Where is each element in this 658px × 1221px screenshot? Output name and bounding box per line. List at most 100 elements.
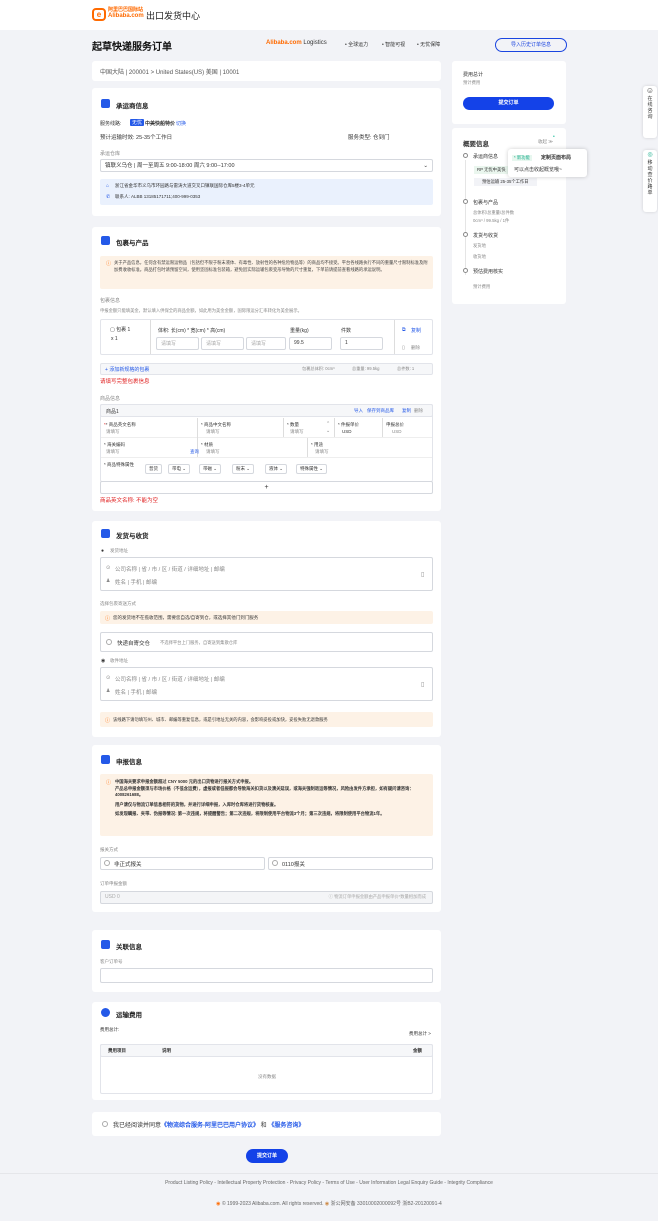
customs-code-label: * 海关编码 — [104, 442, 126, 447]
method-name: 快递自寄交仓 — [117, 641, 151, 647]
agree-checkbox[interactable] — [102, 1121, 108, 1127]
service-consult-link[interactable]: 《服务咨询》 — [268, 1123, 304, 1129]
step-dot — [463, 232, 468, 237]
divider — [334, 418, 335, 437]
method-radio[interactable] — [106, 639, 112, 645]
import-history-button[interactable]: 导入历史订单信息 — [495, 38, 567, 52]
receiver-person-input[interactable]: 姓名 | 手机 | 邮编 — [115, 688, 157, 696]
fee-title: 运输费用 — [116, 1012, 142, 1019]
en-name-input[interactable]: 请填写 — [106, 429, 120, 435]
footer-links[interactable]: Product Listing Policy - Intellectual Pr… — [0, 1180, 658, 1186]
warning-icon: ⓘ — [105, 718, 111, 724]
divider — [283, 418, 284, 437]
copy-goods-link[interactable]: 复制 — [402, 408, 411, 414]
cn-name-input[interactable]: 请填写 — [206, 429, 220, 435]
height-input[interactable]: 请填写 — [246, 337, 286, 350]
warning-icon: ⓘ — [106, 780, 112, 786]
attr-special[interactable]: 特殊属性 ⌄ — [296, 464, 328, 474]
overview-fee-sub: 预计费用 — [473, 284, 491, 289]
sidebar-total-label: 费用总计 — [463, 72, 484, 78]
formal-radio[interactable] — [272, 860, 278, 866]
amount-hint: ⓘ 物流订单申报金额由产品申报单价*数量相加而成 — [328, 894, 426, 899]
copy-icon[interactable]: ⧉ — [402, 327, 406, 333]
overview-title: 概要信息 — [463, 141, 489, 148]
package-name: ▢ 包裹 1 — [110, 327, 131, 333]
amount-label: 订单申报金额 — [100, 881, 127, 886]
length-input[interactable]: 请填写 — [156, 337, 199, 350]
sender-person-input[interactable]: 姓名 | 手机 | 邮编 — [115, 578, 157, 586]
query-link[interactable]: 查询 — [190, 449, 199, 455]
online-consult-widget[interactable]: ☺ 在线咨询 — [643, 86, 657, 138]
divider — [150, 320, 151, 354]
formal-label: 0110报关 — [282, 862, 305, 868]
attr-powder[interactable]: 粉末 ⌄ — [232, 464, 255, 474]
fee-detail-link[interactable]: 费用总计 > — [409, 1031, 431, 1037]
avatar: ☺ — [645, 86, 655, 95]
add-package-button[interactable]: + 添加新规格的包裹 — [105, 366, 149, 373]
count-input[interactable]: 1 — [340, 337, 383, 350]
qty-stepper-down-icon[interactable]: ⌄ — [326, 428, 330, 434]
qty-label: * 数量 — [287, 422, 300, 427]
sender-pin-icon: ⊙ — [106, 565, 111, 571]
sender-address-input[interactable]: 公司名称 | 省 / 市 / 区 / 街道 / 详细地址 | 邮编 — [115, 565, 225, 573]
chevron-down-icon: ⌄ — [423, 163, 428, 169]
switch-link[interactable]: 切换 — [176, 120, 186, 127]
attr-battery[interactable]: 带电 ⌄ — [168, 464, 191, 474]
route-text: 中国大陆 | 200001 > United States(US) 美国 | 1… — [100, 70, 240, 76]
goods-name: 商品1 — [106, 409, 119, 415]
width-input[interactable]: 请填写 — [201, 337, 244, 350]
en-name-label: ** 商品英文名称 — [104, 422, 136, 427]
sidebar-submit-button[interactable]: 提交订单 — [463, 97, 554, 110]
total-volume: 包裹总体积: 0cm³ — [302, 366, 335, 371]
weight-input[interactable]: 99.5 — [289, 337, 332, 350]
attr-liquid[interactable]: 液体 ⌄ — [265, 464, 288, 474]
informal-radio[interactable] — [104, 860, 110, 866]
purpose-input[interactable]: 请填写 — [315, 449, 329, 455]
qty-stepper-up-icon[interactable]: ⌃ — [326, 421, 330, 427]
location-icon: ⌂ — [106, 183, 110, 189]
tooltip-new-badge: * 新功能 — [512, 155, 532, 161]
customer-order-input[interactable] — [100, 968, 433, 983]
overview-carrier[interactable]: 承运商信息 — [473, 153, 498, 160]
truck-icon — [101, 529, 110, 538]
qty-input[interactable]: 请填写 — [290, 429, 304, 435]
save-library-link[interactable]: 保存到商品库 — [367, 408, 394, 414]
package-qty: x 1 — [111, 336, 118, 342]
fee-col-amount: 金额 — [413, 1048, 422, 1053]
overview-fee[interactable]: 预估费用核实 — [473, 268, 503, 275]
alibaba-icon: ◉ — [216, 1201, 221, 1207]
delete-goods-link[interactable]: 删除 — [414, 408, 423, 414]
warning-icon: ⓘ — [106, 261, 112, 267]
address-book-icon[interactable]: ▯ — [421, 681, 424, 688]
footer-copyright: ◉ © 1999-2023 Alibaba.com. All rights re… — [216, 1201, 442, 1207]
phone-icon: ✆ — [106, 194, 111, 200]
address-book-icon[interactable]: ▯ — [421, 571, 424, 578]
delete-package-button[interactable]: 删除 — [411, 345, 420, 351]
warehouse-label: 承运仓库 — [100, 151, 121, 157]
attr-general[interactable]: 普货 — [145, 464, 162, 474]
delete-icon[interactable]: ▯ — [402, 345, 405, 351]
customs-code-input[interactable]: 请填写 — [106, 449, 120, 455]
related-title: 关联信息 — [116, 944, 142, 951]
service-name: 中美快船特价 — [145, 121, 176, 127]
collapse-button[interactable]: 收起 ≫ — [538, 139, 553, 145]
overview-shipping[interactable]: 发货与收货 — [473, 232, 498, 239]
material-input[interactable]: 请填写 — [206, 449, 220, 455]
alibaba-logo-icon[interactable]: e — [92, 8, 106, 21]
tooltip-title: 定制页面布局 — [541, 155, 572, 161]
overview-packages[interactable]: 包裹与产品 — [473, 199, 498, 206]
import-link[interactable]: 导入 — [354, 408, 363, 414]
mobile-quote-widget[interactable]: ◎ 移动查价路单 — [643, 150, 657, 212]
receiver-pin-icon: ⊙ — [106, 675, 111, 681]
attr-magnetic[interactable]: 带磁 ⌄ — [199, 464, 222, 474]
step-dot — [463, 268, 468, 273]
submit-order-button[interactable]: 提交订单 — [246, 1149, 288, 1163]
copy-package-button[interactable]: 复制 — [411, 327, 421, 334]
step-dot — [463, 153, 468, 158]
add-goods-button[interactable]: + — [100, 481, 433, 494]
weight-label: 重量(kg) — [290, 328, 309, 334]
receiver-address-input[interactable]: 公司名称 | 省 / 市 / 区 / 街道 / 详细地址 | 邮编 — [115, 675, 225, 683]
user-agreement-link[interactable]: 《物流综合服务-阿里巴巴用户协议》 — [161, 1123, 259, 1129]
person-icon: ♟ — [106, 688, 111, 694]
warehouse-select[interactable]: 镇联义乌仓 | 周一至周五 9:00-18:00 周六 9:00--17:00 ⌄ — [100, 159, 433, 172]
